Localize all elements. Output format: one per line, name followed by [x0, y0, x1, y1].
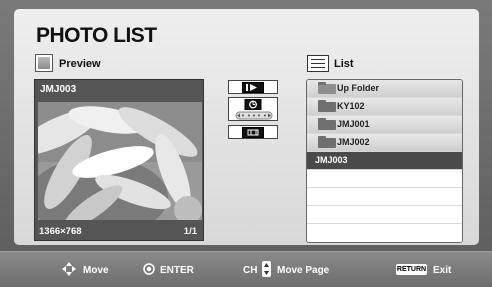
move-hint: Move	[83, 265, 109, 276]
list-header: List	[334, 58, 354, 70]
enter-icon	[143, 263, 155, 275]
photo-list-screen: PHOTO LIST Preview List JMJ003 1366×768 …	[0, 0, 492, 287]
ch-updown-icon	[262, 261, 271, 277]
empty-list-row	[307, 206, 462, 224]
preview-file-name: JMJ003	[40, 84, 77, 95]
list-item[interactable]: JMJ002	[307, 134, 462, 152]
exit-hint: Exit	[433, 265, 452, 276]
music-icon	[242, 127, 264, 138]
preview-header: Preview	[59, 58, 101, 70]
preview-resolution: 1366×768	[39, 226, 82, 237]
return-key-icon: RETURN	[396, 264, 427, 275]
slideshow-speed-icon	[235, 99, 273, 120]
folder-icon	[318, 100, 336, 112]
play-button[interactable]	[228, 80, 278, 94]
file-list: Up Folder KY102 JMJ001 JMJ002 JMJ003	[306, 79, 463, 243]
photo-preview: JMJ003 1366×768 1/1	[34, 79, 204, 241]
folder-icon	[318, 136, 336, 148]
footer-help-bar: Move ENTER CH Move Page RETURN Exit	[0, 251, 492, 287]
list-item[interactable]: JMJ001	[307, 116, 462, 134]
up-folder-icon	[318, 82, 336, 94]
background-music-button[interactable]	[228, 125, 278, 139]
preview-image	[38, 102, 202, 220]
folder-icon	[318, 118, 336, 130]
list-item-selected[interactable]: JMJ003	[307, 152, 462, 170]
list-item[interactable]: Up Folder	[307, 80, 462, 98]
slideshow-speed-button[interactable]	[228, 97, 278, 121]
list-item[interactable]: KY102	[307, 98, 462, 116]
enter-hint: ENTER	[160, 265, 194, 276]
preview-page-indicator: 1/1	[183, 226, 197, 237]
move-arrows-icon	[62, 262, 76, 276]
ch-label: CH	[243, 265, 258, 276]
page-title: PHOTO LIST	[36, 24, 157, 47]
list-icon	[307, 55, 329, 72]
empty-list-row	[307, 224, 462, 242]
play-icon	[242, 82, 264, 93]
move-page-hint: Move Page	[277, 265, 330, 276]
empty-list-row	[307, 170, 462, 188]
empty-list-row	[307, 188, 462, 206]
preview-icon	[35, 54, 53, 72]
